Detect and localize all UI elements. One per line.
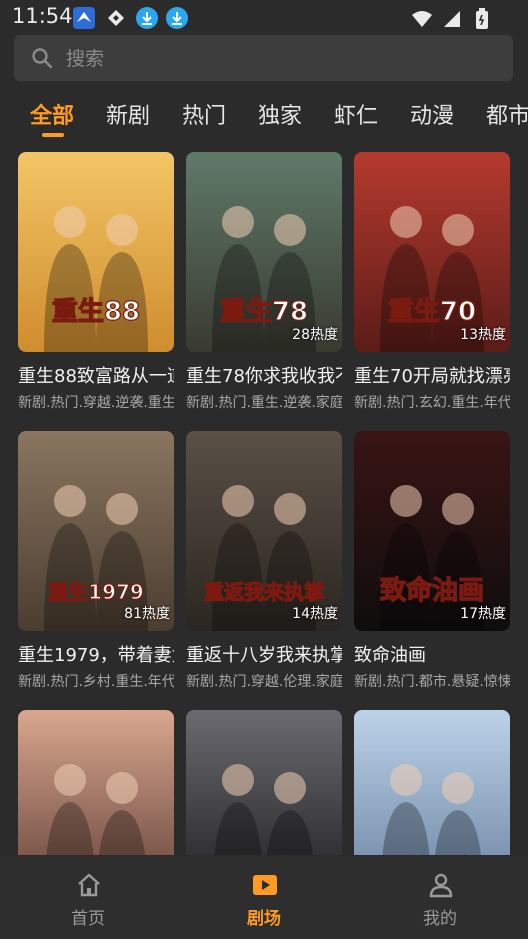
drama-title: 重返十八岁我来执掌 <box>186 645 342 666</box>
heat-badge: 81热度 <box>124 606 170 622</box>
drama-title: 重生78你求我收我不收 <box>186 366 342 387</box>
drama-tags: 新剧.热门.重生.逆袭.家庭 <box>186 395 342 411</box>
nav-theater-label: 剧场 <box>247 909 281 929</box>
heat-badge: 17热度 <box>460 606 506 622</box>
play-icon <box>253 875 277 895</box>
drama-tags: 新剧.热门.玄幻.重生.年代 <box>354 395 510 411</box>
home-icon <box>78 873 100 897</box>
poster-title-art: 重生88 <box>52 297 140 327</box>
drama-poster: 重返我来执掌 14热度 <box>186 431 342 631</box>
drama-poster: 重生88 <box>18 152 174 352</box>
nav-profile-label: 我的 <box>423 909 457 929</box>
drama-tags: 新剧.热门.穿越.逆袭.重生 <box>18 395 174 411</box>
drama-poster <box>18 710 174 855</box>
heat-badge: 13热度 <box>460 327 506 343</box>
drama-poster: 致命油画 17热度 <box>354 431 510 631</box>
poster-title-art: 致命油画 <box>380 575 484 606</box>
poster-title-art: 重生1979 <box>48 580 144 604</box>
nav-home-label: 首页 <box>71 909 105 929</box>
drama-title: 重生1979，带着妻女走上巅峰 <box>18 645 174 666</box>
drama-poster: 重生1979 81热度 <box>18 431 174 631</box>
drama-poster: 征战五年 <box>354 710 510 855</box>
heat-badge: 28热度 <box>292 327 338 343</box>
drama-poster: 重生70 13热度 <box>354 152 510 352</box>
poster-title-art: 征战五年 <box>380 854 484 855</box>
drama-title: 重生70开局就找漂亮老婆 <box>354 366 510 387</box>
drama-title: 重生88致富路从一道饭开始 <box>18 366 174 387</box>
poster-title-art: 重返我来执掌 <box>204 580 324 604</box>
user-icon <box>429 873 453 898</box>
poster-title-art: 重生70 <box>388 297 476 327</box>
drama-poster: 至尊战圣 <box>186 710 342 855</box>
drama-title: 致命油画 <box>354 645 426 666</box>
nav-theater[interactable]: 剧场 <box>214 870 314 934</box>
drama-tags: 新剧.热门.都市.悬疑.惊悚 <box>354 674 510 690</box>
drama-poster: 重生78 28热度 <box>186 152 342 352</box>
poster-title-art: 至尊战圣 <box>212 854 317 855</box>
nav-profile[interactable]: 我的 <box>390 870 490 934</box>
heat-badge: 14热度 <box>292 606 338 622</box>
poster-title-art: 重生78 <box>220 297 308 327</box>
drama-grid: 重生88 重生88致富路从一道饭开始 新剧.热门.穿越.逆袭.重生 重生78 2… <box>0 0 528 855</box>
bottom-nav: 首页 剧场 我的 <box>0 856 528 939</box>
drama-tags: 新剧.热门.乡村.重生.年代 <box>18 674 174 690</box>
drama-tags: 新剧.热门.穿越.伦理.家庭 <box>186 674 342 690</box>
nav-home[interactable]: 首页 <box>38 870 138 934</box>
